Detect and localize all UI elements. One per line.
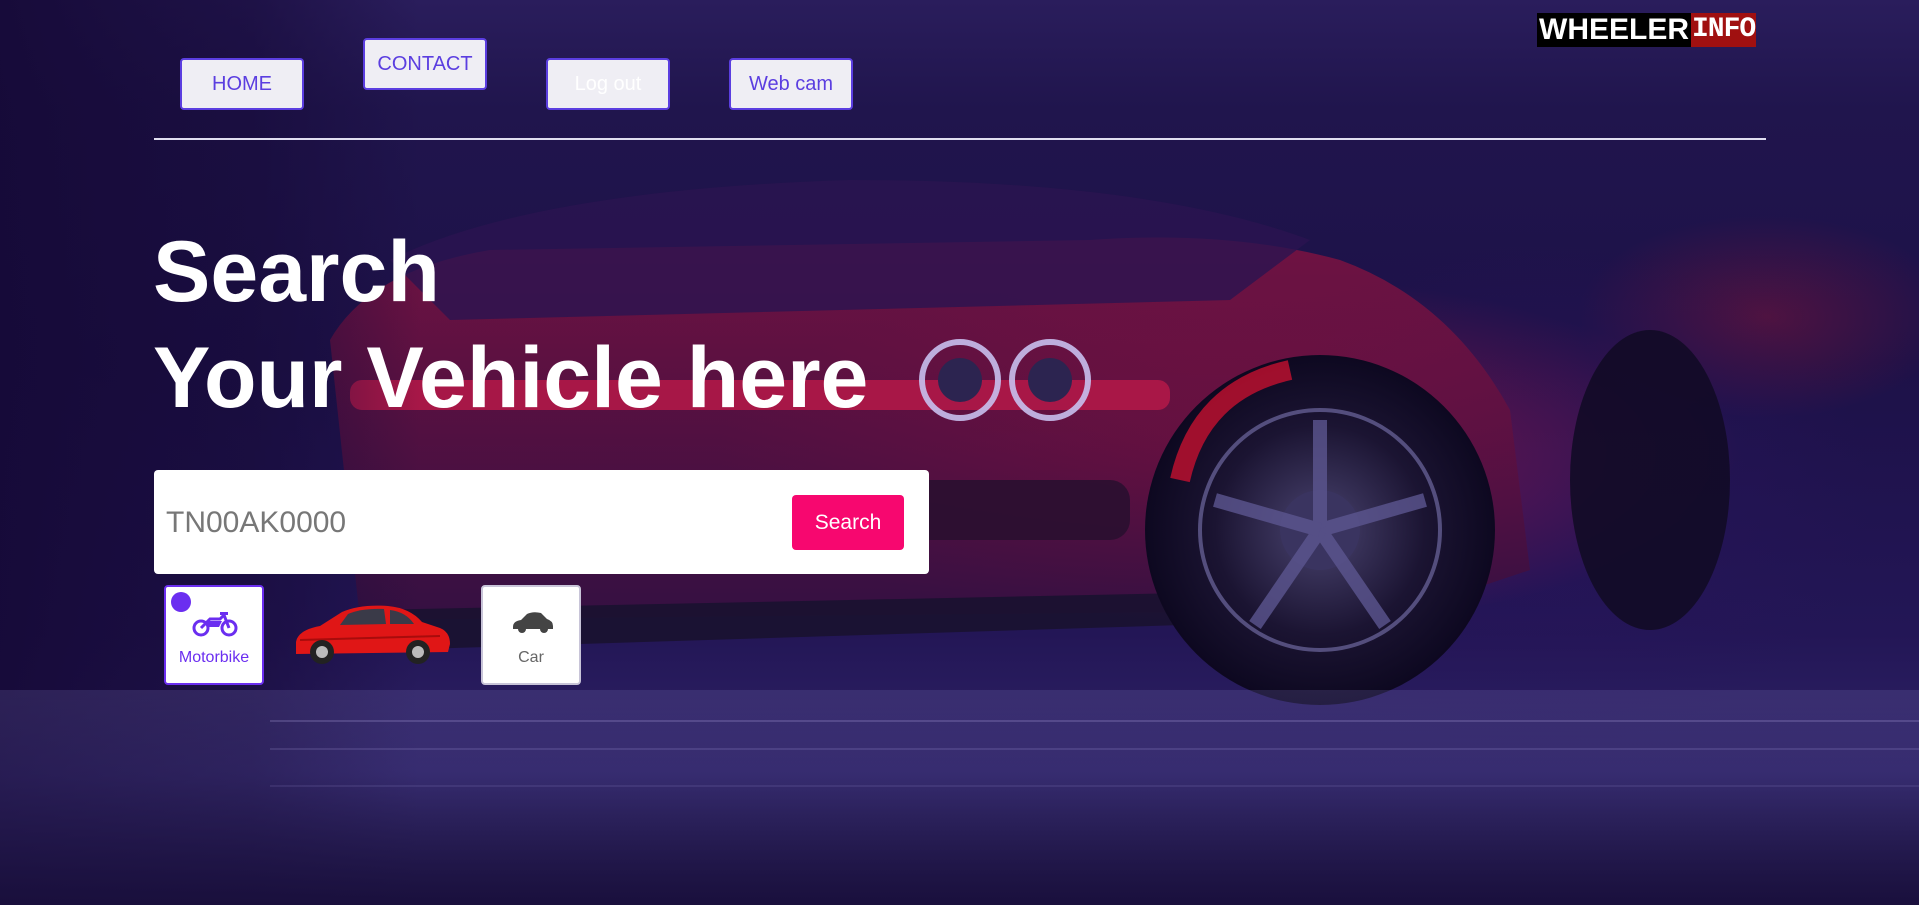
car-icon — [513, 612, 553, 633]
vehicle-number-input[interactable] — [164, 492, 728, 554]
floor — [0, 690, 1919, 905]
nav-home-button[interactable]: HOME — [180, 58, 304, 110]
hero-title-line2: Your Vehicle here — [153, 330, 869, 426]
search-button[interactable]: Search — [792, 495, 904, 550]
hero-title-line1: Search — [153, 224, 440, 320]
red-car-image — [296, 605, 450, 664]
vehicle-type-label: Car — [518, 649, 544, 666]
logo-info-text: INFO — [1691, 13, 1756, 47]
vehicle-type-car[interactable]: Car — [481, 585, 581, 685]
left-shade-overlay — [0, 0, 420, 905]
site-logo[interactable]: WHEELER INFO — [1537, 13, 1756, 47]
nav-logout-button[interactable]: Log out — [546, 58, 670, 110]
selected-radio-dot — [171, 592, 191, 612]
motorbike-icon — [192, 612, 238, 637]
page: WHEELER INFO HOME CONTACT Log out Web ca… — [0, 0, 1919, 905]
nav-webcam-button[interactable]: Web cam — [729, 58, 853, 110]
nav-contact-button[interactable]: CONTACT — [363, 38, 487, 90]
vehicle-type-label: Motorbike — [178, 649, 250, 666]
search-box: Search — [154, 470, 929, 574]
header-divider — [154, 138, 1766, 140]
vehicle-type-motorbike[interactable]: Motorbike — [164, 585, 264, 685]
logo-wheeler-text: WHEELER — [1537, 13, 1691, 47]
